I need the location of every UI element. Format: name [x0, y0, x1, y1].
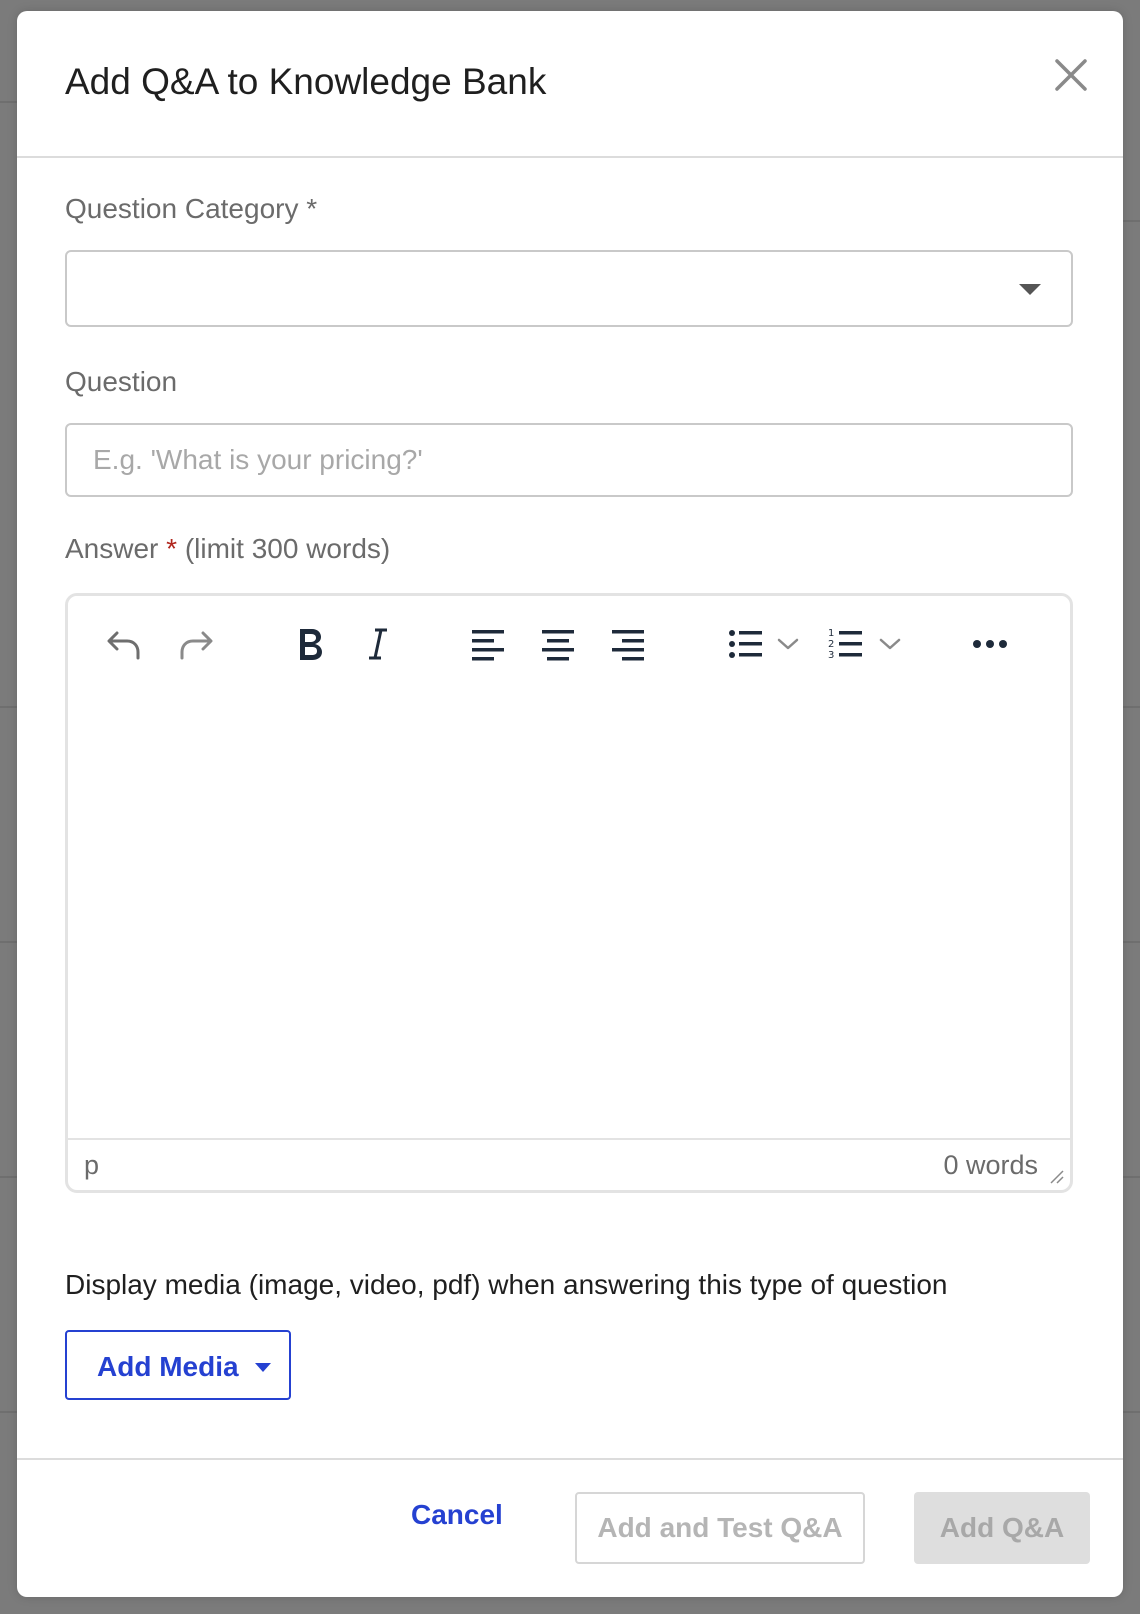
redo-icon [180, 631, 213, 660]
required-marker: * [166, 533, 178, 564]
background-divider [1123, 706, 1140, 708]
add-and-test-qa-button[interactable]: Add and Test Q&A [575, 1492, 865, 1564]
close-icon [1055, 59, 1087, 91]
editor-toolbar: 1 2 3 [68, 596, 1070, 690]
align-center-button[interactable] [538, 624, 578, 664]
numbered-list-options-button[interactable] [876, 624, 904, 664]
question-input[interactable] [65, 423, 1073, 497]
question-label: Question [65, 366, 178, 397]
more-icon [973, 640, 1007, 648]
bold-icon [300, 629, 322, 660]
editor-statusbar: p 0 words [68, 1138, 1070, 1190]
redo-button[interactable] [176, 624, 216, 664]
background-divider [0, 1176, 17, 1178]
answer-label: Answer * (limit 300 words) [65, 533, 390, 565]
numbered-list-button[interactable]: 1 2 3 [826, 624, 866, 664]
add-qa-dialog: Add Q&A to Knowledge Bank Question Categ… [17, 11, 1123, 1597]
bullet-list-icon [729, 630, 762, 658]
svg-text:2: 2 [828, 639, 834, 650]
dialog-footer-divider [17, 1458, 1123, 1460]
background-divider [0, 101, 17, 103]
word-count: 0 words [943, 1150, 1038, 1180]
italic-button[interactable] [360, 624, 396, 664]
align-left-button[interactable] [468, 624, 508, 664]
background-divider [1123, 220, 1140, 222]
question-category-select[interactable] [65, 250, 1073, 327]
resize-handle-icon[interactable] [1048, 1168, 1064, 1184]
numbered-list-icon: 1 2 3 [828, 628, 862, 661]
align-right-button[interactable] [608, 624, 648, 664]
align-center-icon [542, 630, 574, 661]
category-label: Question Category * [65, 193, 317, 225]
bullet-list-options-button[interactable] [774, 624, 802, 664]
svg-text:1: 1 [828, 628, 834, 639]
bold-button[interactable] [290, 624, 330, 664]
more-options-button[interactable] [970, 624, 1010, 664]
dialog-header: Add Q&A to Knowledge Bank [17, 11, 1123, 158]
background-divider [1123, 1411, 1140, 1413]
chevron-down-icon [879, 638, 901, 650]
required-marker: * [306, 193, 318, 224]
add-media-button[interactable]: Add Media [65, 1330, 291, 1400]
background-divider [1123, 1176, 1140, 1178]
undo-button[interactable] [104, 624, 144, 664]
bullet-list-button[interactable] [726, 624, 766, 664]
answer-rich-text-editor: 1 2 3 p 0 words [65, 593, 1073, 1193]
svg-text:3: 3 [828, 650, 834, 661]
background-divider [1123, 941, 1140, 943]
align-left-icon [472, 630, 504, 661]
add-qa-button[interactable]: Add Q&A [914, 1492, 1090, 1564]
answer-content-area[interactable] [68, 690, 1070, 1138]
background-divider [0, 1411, 17, 1413]
dialog-title: Add Q&A to Knowledge Bank [65, 61, 547, 102]
align-right-icon [612, 630, 644, 661]
background-divider [0, 941, 17, 943]
undo-icon [107, 631, 140, 660]
answer-label-text: Answer [65, 533, 159, 564]
background-divider [0, 706, 17, 708]
close-button[interactable] [1047, 51, 1095, 99]
dropdown-caret-icon [255, 1363, 271, 1372]
italic-icon [369, 628, 387, 660]
category-label-text: Question Category [65, 193, 299, 224]
add-media-label: Add Media [97, 1351, 239, 1382]
media-description: Display media (image, video, pdf) when a… [65, 1269, 948, 1300]
dropdown-caret-icon [1019, 284, 1041, 295]
answer-limit-note: (limit 300 words) [184, 533, 391, 564]
cancel-button[interactable]: Cancel [411, 1499, 503, 1531]
element-path: p [84, 1150, 100, 1180]
chevron-down-icon [777, 638, 799, 650]
